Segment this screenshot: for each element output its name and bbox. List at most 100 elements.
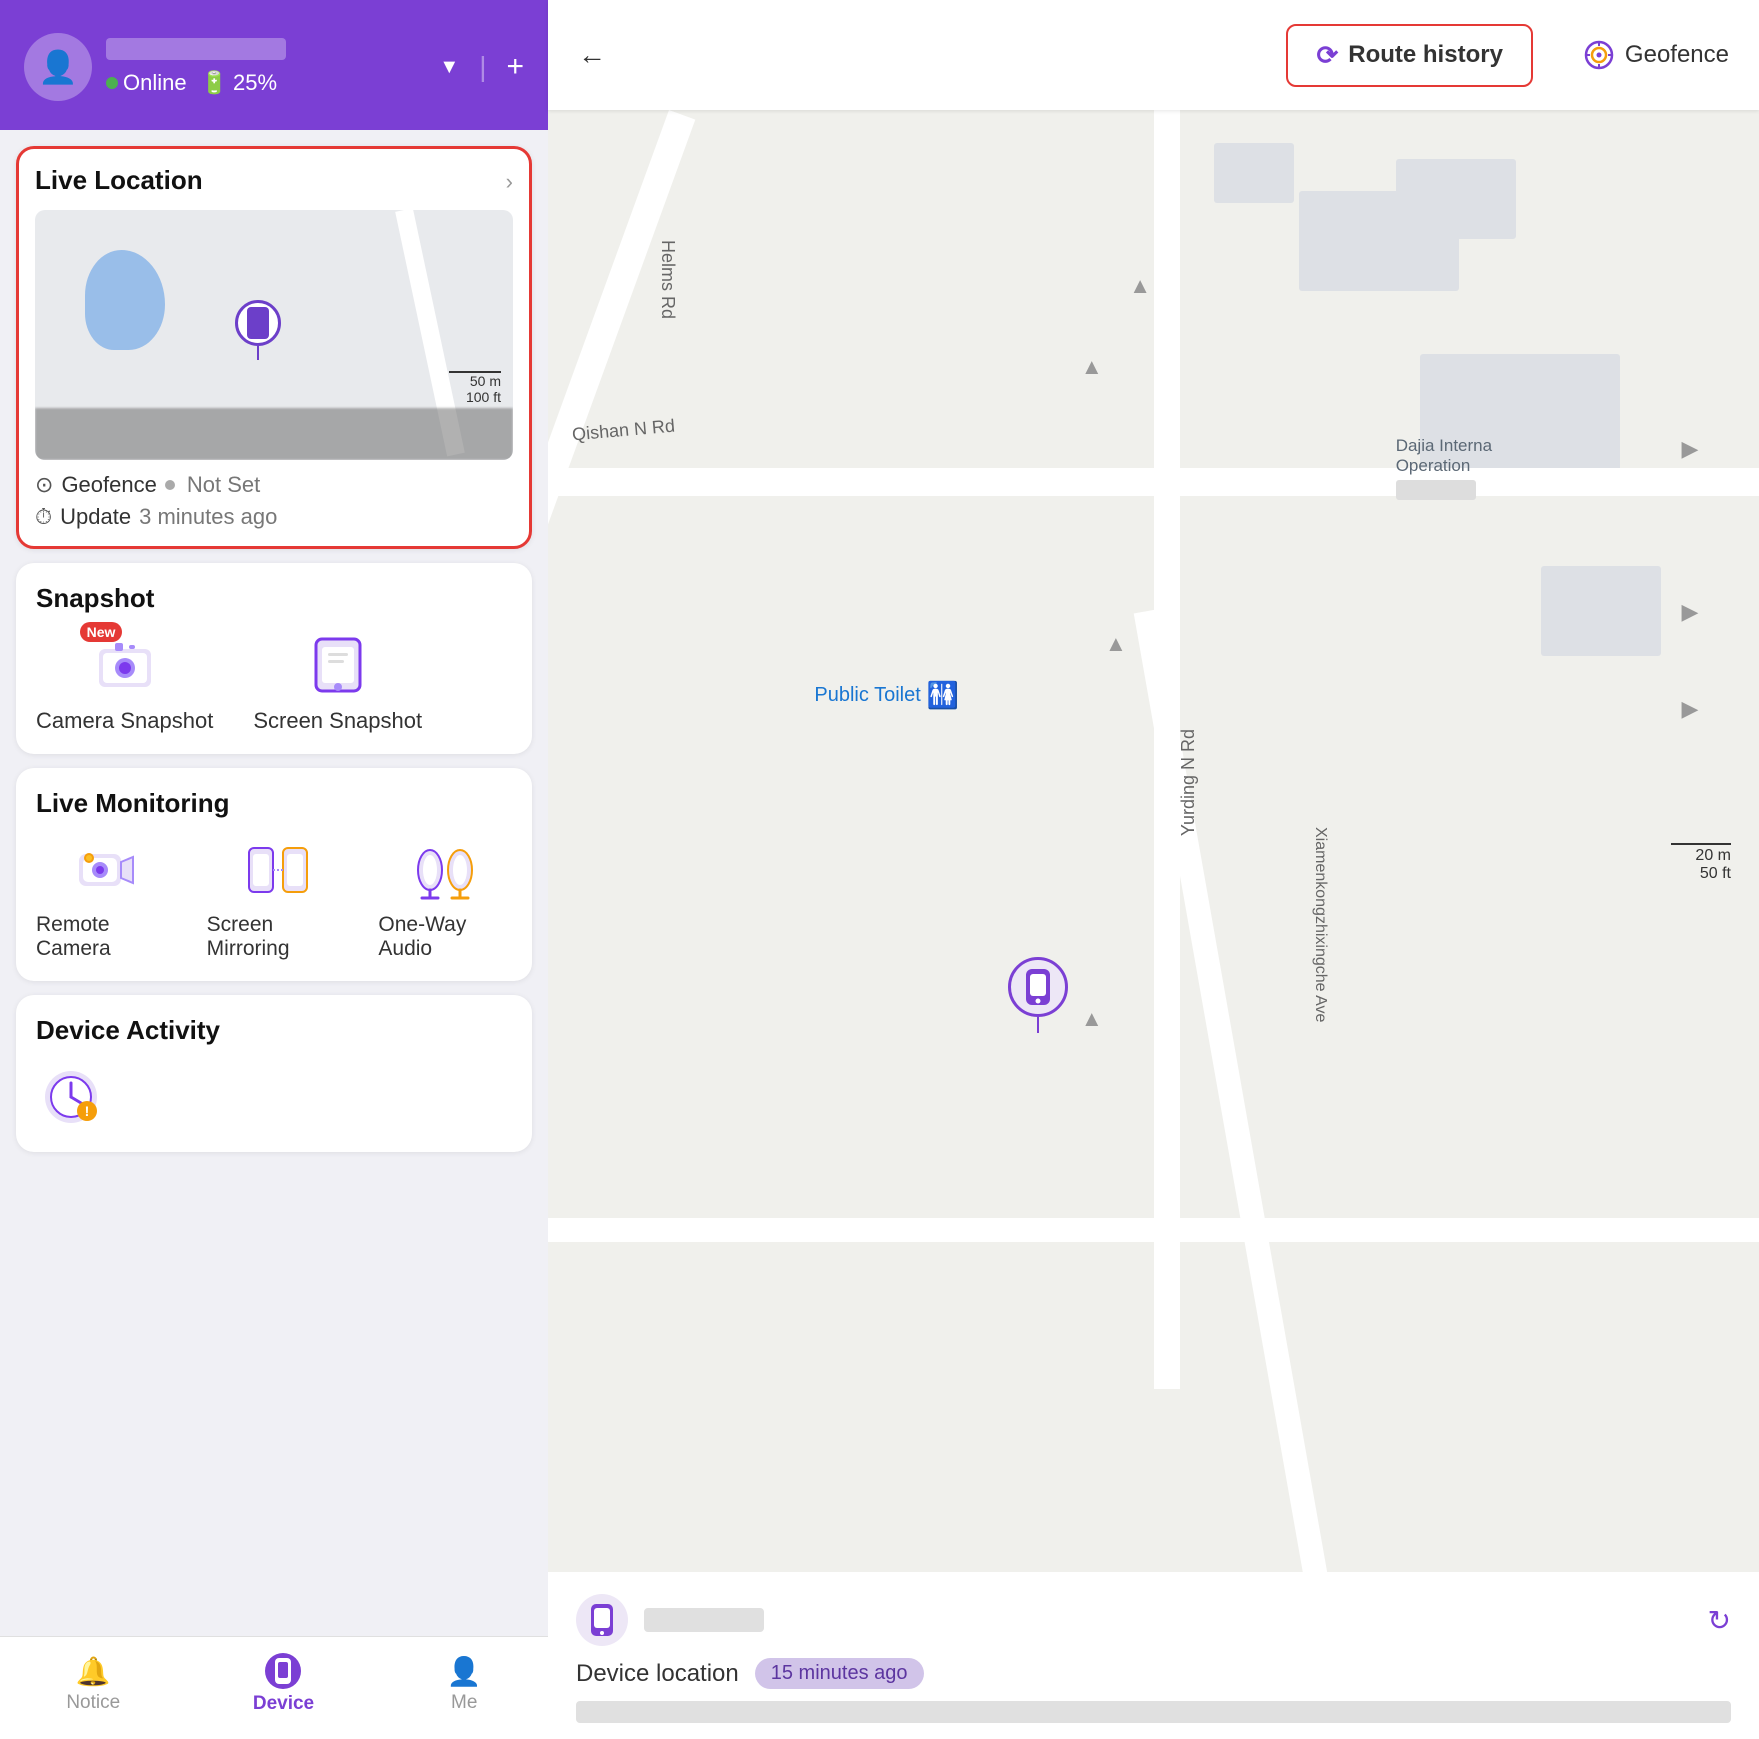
camera-snapshot-item[interactable]: New Camera Snapshot — [36, 630, 213, 734]
card-meta: ⊙ Geofence Not Set ⏱ Update 3 minutes ag… — [35, 472, 513, 530]
camera-snapshot-label: Camera Snapshot — [36, 708, 213, 734]
nav-arrow-3: ▲ — [1105, 631, 1127, 657]
app-header: 👤 Online 🔋 25% ▼ | + — [0, 0, 548, 130]
xiamen-label: Xiamenkongzhixingche Ave — [1311, 827, 1329, 1022]
online-status: Online — [106, 70, 187, 96]
snapshot-icons: New Camera Snapshot — [36, 630, 512, 734]
building-label: Dajia Interna Operation — [1396, 436, 1492, 500]
scale-50m: 50 m — [449, 373, 501, 389]
map-area[interactable]: Qishan N Rd Yurding N Rd Xiamenkongzhixi… — [548, 110, 1759, 1739]
scale-20m: 20 m — [1671, 847, 1731, 865]
helms-label: Helms Rd — [657, 240, 678, 319]
device-activity-card: Device Activity ! — [16, 995, 532, 1152]
route-history-label: Route history — [1348, 41, 1503, 69]
remote-camera-icon — [75, 840, 137, 900]
nav-device[interactable]: Device — [253, 1653, 314, 1715]
monitoring-icons: Remote Camera Screen Mirroring — [36, 835, 512, 961]
scale-100ft: 100 ft — [449, 389, 501, 405]
bottom-nav: 🔔 Notice Device 👤 Me — [0, 1636, 548, 1739]
activity-icons: ! — [36, 1062, 512, 1132]
geofence-label: Geofence — [1625, 41, 1729, 69]
nav-me[interactable]: 👤 Me — [447, 1655, 482, 1714]
activity-clock-icon-wrap: ! — [36, 1062, 106, 1132]
header-actions: ▼ | + — [439, 50, 524, 84]
pin-circle — [235, 300, 281, 346]
geofence-row: ⊙ Geofence Not Set — [35, 472, 513, 498]
pin-inner — [247, 307, 269, 339]
clock-icon: ⏱ — [35, 504, 52, 530]
screen-mirroring-item[interactable]: Screen Mirroring — [207, 835, 349, 961]
update-value: 3 minutes ago — [139, 504, 277, 530]
geofence-button[interactable]: Geofence — [1583, 39, 1729, 71]
map-scale-right: 20 m 50 ft — [1671, 843, 1731, 883]
geofence-icon-small: ⊙ — [35, 472, 53, 498]
remote-camera-item[interactable]: Remote Camera — [36, 835, 177, 961]
avatar[interactable]: 👤 — [24, 33, 92, 101]
map-device-circle — [1008, 957, 1068, 1017]
add-button[interactable]: + — [506, 50, 524, 84]
nav-arrow-2: ▲ — [1081, 354, 1103, 380]
avatar-icon: 👤 — [38, 48, 78, 86]
live-monitoring-title: Live Monitoring — [36, 788, 512, 819]
me-icon: 👤 — [447, 1655, 482, 1688]
geofence-btn-icon — [1583, 39, 1615, 71]
online-label: Online — [123, 70, 187, 96]
device-location-row: ↻ — [576, 1594, 1731, 1646]
main-scroll-content: › Live Location 50 m 100 ft — [0, 130, 548, 1636]
live-monitoring-card: Live Monitoring — [16, 768, 532, 981]
device-label: Device — [253, 1693, 314, 1715]
device-active-bg — [265, 1653, 301, 1689]
address-blur — [576, 1701, 1731, 1723]
pin-line — [257, 346, 259, 360]
building-2 — [1396, 159, 1516, 239]
screen-icon-wrap — [303, 630, 373, 700]
map-header: ← ⟳ Route history Geofence — [548, 0, 1759, 110]
route-history-button[interactable]: ⟳ Route history — [1286, 24, 1532, 87]
camera-icon-wrap: New — [90, 630, 160, 700]
activity-clock-item[interactable]: ! — [36, 1062, 106, 1132]
remote-camera-icon-wrap — [71, 835, 141, 905]
snapshot-card: Snapshot New Ca — [16, 563, 532, 754]
camera-snapshot-icon — [95, 635, 155, 695]
one-way-audio-icon-wrap — [410, 835, 480, 905]
dropdown-icon[interactable]: ▼ — [439, 56, 459, 79]
toilet-label: Public Toilet — [814, 684, 920, 707]
nav-arrow-7: ▶ — [1682, 436, 1699, 462]
map-preview[interactable]: 50 m 100 ft — [35, 210, 513, 460]
notice-icon: 🔔 — [76, 1655, 111, 1688]
one-way-audio-label: One-Way Audio — [378, 913, 512, 961]
one-way-audio-item[interactable]: One-Way Audio — [378, 835, 512, 961]
location-info-row: Device location 15 minutes ago — [576, 1658, 1731, 1689]
screen-mirroring-icon-wrap — [243, 835, 313, 905]
scale-line — [1671, 843, 1731, 845]
screen-mirroring-label: Screen Mirroring — [207, 913, 349, 961]
chevron-right-icon[interactable]: › — [506, 169, 513, 195]
device-small-icon — [588, 1603, 616, 1637]
toilet-marker: Public Toilet 🚻 — [814, 680, 959, 711]
refresh-button[interactable]: ↻ — [1708, 1604, 1731, 1637]
notice-label: Notice — [66, 1692, 120, 1714]
device-activity-title: Device Activity — [36, 1015, 512, 1046]
device-active-icon — [272, 1657, 294, 1685]
geofence-label: Geofence — [61, 472, 156, 498]
screen-snapshot-item[interactable]: Screen Snapshot — [253, 630, 422, 734]
battery-icon: 🔋 — [201, 70, 228, 96]
building-3 — [1214, 143, 1294, 203]
screen-snapshot-icon — [312, 635, 364, 695]
map-bottom-blur — [35, 408, 513, 460]
one-way-audio-icon — [414, 840, 476, 900]
live-location-card[interactable]: › Live Location 50 m 100 ft — [16, 146, 532, 549]
map-blob — [85, 250, 165, 350]
map-pin — [235, 300, 281, 360]
nav-notice[interactable]: 🔔 Notice — [66, 1655, 120, 1714]
time-badge: 15 minutes ago — [755, 1658, 924, 1689]
device-name-blur — [644, 1608, 764, 1632]
building-5 — [1541, 566, 1661, 656]
route-icon: ⟳ — [1316, 40, 1338, 71]
nav-arrow-6: ▶ — [1682, 696, 1699, 722]
yurding-label: Yurding N Rd — [1178, 729, 1199, 836]
user-name-blur — [106, 38, 286, 60]
right-panel: ← ⟳ Route history Geofence — [548, 0, 1759, 1739]
back-button[interactable]: ← — [578, 39, 606, 71]
map-scale: 50 m 100 ft — [449, 371, 501, 405]
